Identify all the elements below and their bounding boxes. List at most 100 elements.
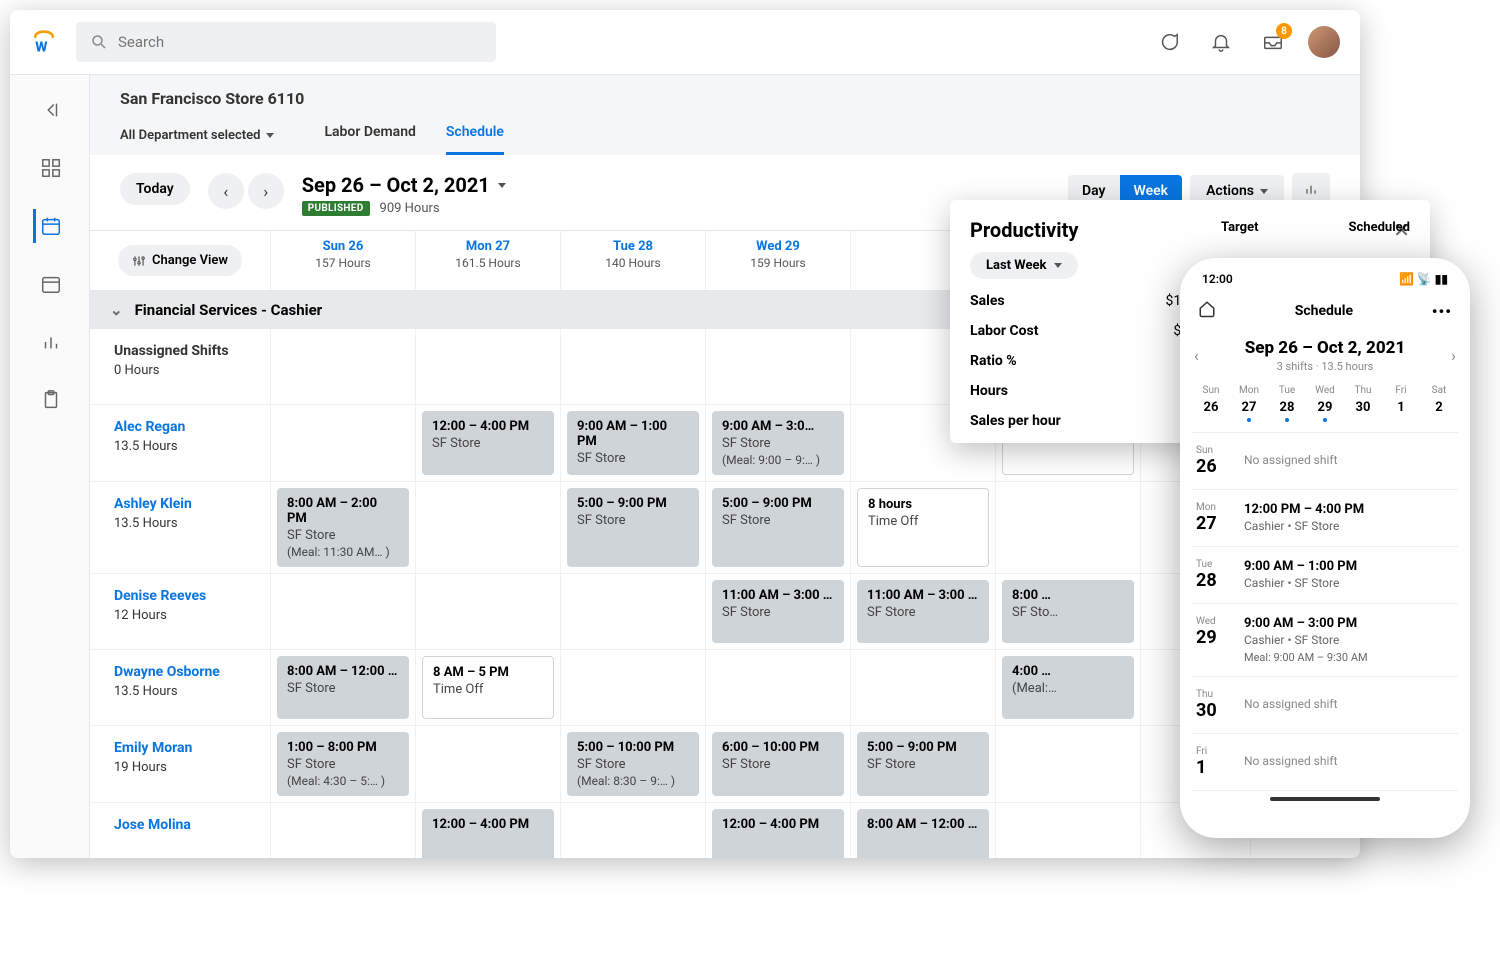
reports-icon[interactable]	[33, 325, 67, 359]
phone-day-item[interactable]: Tue289:00 AM – 1:00 PMCashier • SF Store	[1192, 547, 1458, 604]
day-column[interactable]: Wed 29159 Hours	[705, 231, 850, 290]
phone-day-item[interactable]: Mon2712:00 PM – 4:00 PMCashier • SF Stor…	[1192, 490, 1458, 547]
bell-icon[interactable]	[1204, 25, 1238, 59]
timeoff-card[interactable]: 8 hoursTime Off	[857, 488, 989, 567]
schedule-cell[interactable]	[415, 726, 560, 802]
phone-weekday[interactable]: Wed29	[1310, 385, 1340, 422]
productivity-period-select[interactable]: Last Week	[970, 252, 1078, 279]
schedule-cell[interactable]	[270, 803, 415, 858]
collapse-icon[interactable]	[33, 93, 67, 127]
next-week-button[interactable]: ›	[248, 173, 284, 209]
phone-weekday[interactable]: Thu30	[1348, 385, 1378, 422]
shift-card[interactable]: 12:00 – 4:00 PM	[422, 809, 554, 858]
schedule-cell[interactable]: 5:00 – 10:00 PMSF Store(Meal: 8:30 – 9:……	[560, 726, 705, 802]
phone-next-button[interactable]: ›	[1451, 346, 1456, 365]
schedule-cell[interactable]: 9:00 AM – 1:00 PMSF Store	[560, 405, 705, 481]
shift-card[interactable]: 5:00 – 9:00 PMSF Store	[567, 488, 699, 567]
tab-labor-demand[interactable]: Labor Demand	[324, 116, 415, 155]
calendar-icon[interactable]	[33, 267, 67, 301]
schedule-icon[interactable]	[33, 209, 67, 243]
worker-name[interactable]: Alec Regan	[114, 419, 258, 435]
clipboard-icon[interactable]	[33, 383, 67, 417]
schedule-cell[interactable]: 8:00 AM – 2:00 PMSF Store(Meal: 11:30 AM…	[270, 482, 415, 573]
schedule-cell[interactable]	[270, 329, 415, 404]
schedule-cell[interactable]	[415, 574, 560, 649]
shift-card[interactable]: 11:00 AM – 3:00 …SF Store	[712, 580, 844, 643]
shift-card[interactable]: 8:00 AM – 12:00 …	[857, 809, 989, 858]
schedule-cell[interactable]: 11:00 AM – 3:00 …SF Store	[850, 574, 995, 649]
schedule-cell[interactable]: 12:00 – 4:00 PM	[415, 803, 560, 858]
schedule-cell[interactable]	[415, 329, 560, 404]
worker-name[interactable]: Ashley Klein	[114, 496, 258, 512]
phone-day-item[interactable]: Fri1No assigned shift	[1192, 734, 1458, 791]
phone-day-item[interactable]: Thu30No assigned shift	[1192, 677, 1458, 734]
schedule-cell[interactable]	[270, 405, 415, 481]
phone-day-item[interactable]: Sun26No assigned shift	[1192, 433, 1458, 490]
shift-card[interactable]: 9:00 AM – 3:0…SF Store(Meal: 9:00 – 9:… …	[712, 411, 844, 475]
day-column[interactable]: Tue 28140 Hours	[560, 231, 705, 290]
schedule-cell[interactable]	[560, 650, 705, 725]
phone-day-item[interactable]: Wed299:00 AM – 3:00 PMCashier • SF Store…	[1192, 604, 1458, 677]
worker-name[interactable]: Jose Molina	[114, 817, 258, 833]
shift-card[interactable]: 4:00 …(Meal:…	[1002, 656, 1134, 719]
schedule-cell[interactable]	[995, 482, 1140, 573]
shift-card[interactable]: 5:00 – 9:00 PMSF Store	[712, 488, 844, 567]
schedule-cell[interactable]: 8:00 AM – 12:00 …SF Store	[270, 650, 415, 725]
shift-card[interactable]: 8:00 …SF Sto…	[1002, 580, 1134, 643]
shift-card[interactable]: 12:00 – 4:00 PMSF Store	[422, 411, 554, 475]
schedule-cell[interactable]: 6:00 – 10:00 PMSF Store	[705, 726, 850, 802]
schedule-cell[interactable]	[995, 726, 1140, 802]
search-input[interactable]	[76, 22, 496, 62]
schedule-cell[interactable]: 4:00 …(Meal:…	[995, 650, 1140, 725]
worker-name[interactable]: Emily Moran	[114, 740, 258, 756]
department-select[interactable]: All Department selected	[120, 128, 274, 143]
day-column[interactable]: Sun 26157 Hours	[270, 231, 415, 290]
schedule-cell[interactable]	[705, 329, 850, 404]
schedule-cell[interactable]: 9:00 AM – 3:0…SF Store(Meal: 9:00 – 9:… …	[705, 405, 850, 481]
schedule-cell[interactable]	[560, 329, 705, 404]
phone-weekday[interactable]: Mon27	[1234, 385, 1264, 422]
timeoff-card[interactable]: 8 AM – 5 PMTime Off	[422, 656, 554, 719]
schedule-cell[interactable]	[415, 482, 560, 573]
schedule-cell[interactable]: 11:00 AM – 3:00 …SF Store	[705, 574, 850, 649]
schedule-cell[interactable]: 5:00 – 9:00 PMSF Store	[850, 726, 995, 802]
change-view-button[interactable]: Change View	[118, 245, 242, 276]
schedule-cell[interactable]	[270, 574, 415, 649]
schedule-cell[interactable]: 1:00 – 8:00 PMSF Store(Meal: 4:30 – 5:… …	[270, 726, 415, 802]
inbox-icon[interactable]: 8	[1256, 25, 1290, 59]
schedule-cell[interactable]: 12:00 – 4:00 PMSF Store	[415, 405, 560, 481]
shift-card[interactable]: 1:00 – 8:00 PMSF Store(Meal: 4:30 – 5:… …	[277, 732, 409, 796]
schedule-cell[interactable]	[850, 650, 995, 725]
schedule-cell[interactable]	[995, 803, 1140, 858]
schedule-cell[interactable]	[560, 574, 705, 649]
schedule-cell[interactable]: 5:00 – 9:00 PMSF Store	[705, 482, 850, 573]
schedule-cell[interactable]: 8:00 AM – 12:00 …	[850, 803, 995, 858]
schedule-cell[interactable]	[705, 650, 850, 725]
shift-card[interactable]: 11:00 AM – 3:00 …SF Store	[857, 580, 989, 643]
shift-card[interactable]: 5:00 – 10:00 PMSF Store(Meal: 8:30 – 9:……	[567, 732, 699, 796]
day-column[interactable]: Mon 27161.5 Hours	[415, 231, 560, 290]
shift-card[interactable]: 12:00 – 4:00 PM	[712, 809, 844, 858]
shift-card[interactable]: 8:00 AM – 2:00 PMSF Store(Meal: 11:30 AM…	[277, 488, 409, 567]
schedule-cell[interactable]: 12:00 – 4:00 PM	[705, 803, 850, 858]
more-icon[interactable]: •••	[1432, 302, 1452, 321]
tab-schedule[interactable]: Schedule	[446, 116, 504, 155]
worker-name[interactable]: Dwayne Osborne	[114, 664, 258, 680]
workday-logo-icon[interactable]: W	[30, 28, 58, 56]
home-icon[interactable]	[1198, 300, 1216, 322]
dashboard-icon[interactable]	[33, 151, 67, 185]
chat-icon[interactable]	[1152, 25, 1186, 59]
schedule-cell[interactable]: 8 AM – 5 PMTime Off	[415, 650, 560, 725]
search-field[interactable]	[118, 33, 482, 51]
phone-weekday[interactable]: Tue28	[1272, 385, 1302, 422]
prev-week-button[interactable]: ‹	[208, 173, 244, 209]
schedule-cell[interactable]	[560, 803, 705, 858]
user-avatar[interactable]	[1308, 26, 1340, 58]
schedule-cell[interactable]: 5:00 – 9:00 PMSF Store	[560, 482, 705, 573]
date-range-picker[interactable]: Sep 26 – Oct 2, 2021	[302, 173, 506, 197]
phone-weekday[interactable]: Fri1	[1386, 385, 1416, 422]
schedule-cell[interactable]: 8:00 …SF Sto…	[995, 574, 1140, 649]
shift-card[interactable]: 6:00 – 10:00 PMSF Store	[712, 732, 844, 796]
shift-card[interactable]: 5:00 – 9:00 PMSF Store	[857, 732, 989, 796]
shift-card[interactable]: 8:00 AM – 12:00 …SF Store	[277, 656, 409, 719]
